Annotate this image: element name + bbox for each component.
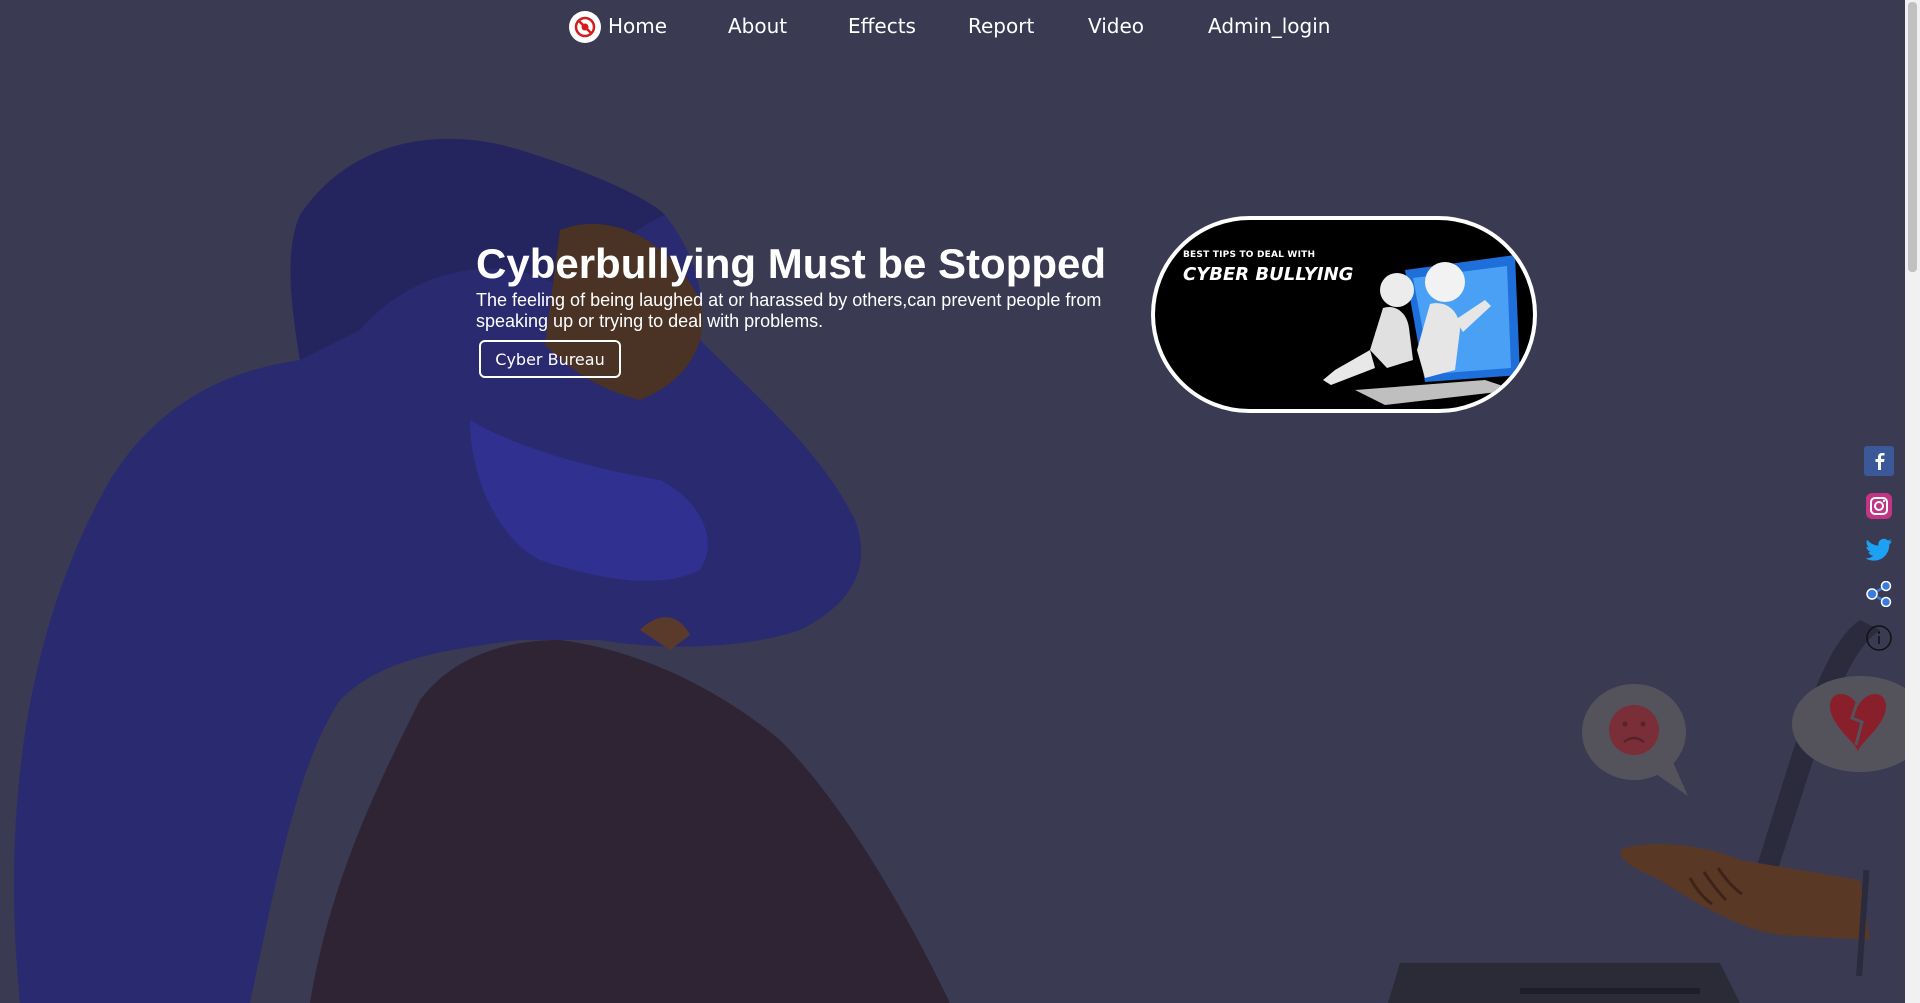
- nav-effects-link[interactable]: Effects: [848, 14, 916, 38]
- hero-description: The feeling of being laughed at or haras…: [476, 290, 1102, 331]
- page-scrollbar[interactable]: [1905, 0, 1920, 1003]
- hero-title: Cyberbullying Must be Stopped: [476, 240, 1107, 287]
- share-glyph: [1866, 581, 1892, 607]
- twitter-glyph: [1865, 538, 1892, 561]
- nav-about-link[interactable]: About: [728, 14, 787, 38]
- laptop-bullying-illustration: [1388, 620, 1905, 1003]
- scrollbar-thumb[interactable]: [1908, 2, 1917, 272]
- background-illustration: [14, 138, 1905, 1003]
- instagram-glyph: [1866, 493, 1892, 519]
- logo-graphic: [574, 16, 596, 38]
- stop-bullying-logo-icon[interactable]: [569, 11, 601, 43]
- nav-video-link[interactable]: Video: [1088, 14, 1144, 38]
- nav-home-link[interactable]: Home: [608, 14, 667, 38]
- facebook-glyph: [1864, 446, 1894, 476]
- info-glyph: [1866, 625, 1892, 651]
- laptop-figures-graphic: [1323, 255, 1520, 405]
- info-icon[interactable]: [1864, 623, 1894, 653]
- instagram-icon[interactable]: [1864, 491, 1894, 521]
- top-nav: Home About Effects Report Video Admin_lo…: [0, 0, 1905, 54]
- cyber-bureau-button[interactable]: Cyber Bureau: [479, 340, 621, 378]
- facebook-icon[interactable]: [1864, 446, 1894, 476]
- nav-report-link[interactable]: Report: [968, 14, 1034, 38]
- nav-admin-login-link[interactable]: Admin_login: [1208, 14, 1330, 38]
- share-icon[interactable]: [1864, 579, 1894, 609]
- twitter-icon[interactable]: [1864, 535, 1894, 565]
- cyberbullying-tips-banner: BEST TIPS TO DEAL WITH CYBER BULLYING: [1151, 216, 1537, 413]
